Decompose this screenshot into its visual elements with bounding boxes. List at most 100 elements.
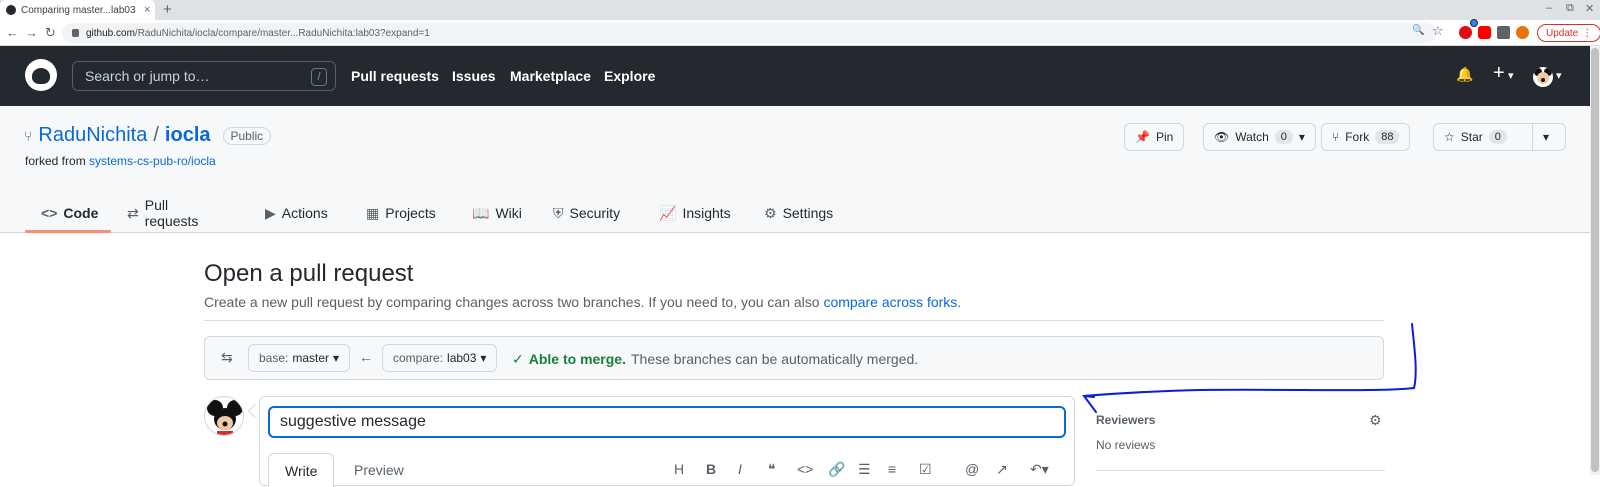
base-value: master bbox=[292, 351, 330, 365]
bulleted-list-icon[interactable]: ☰ bbox=[858, 461, 871, 478]
create-new-plus-icon[interactable]: + bbox=[1493, 62, 1505, 85]
zoom-icon[interactable]: 🔍 bbox=[1412, 25, 1424, 36]
forked-from-link[interactable]: systems-cs-pub-ro/iocla bbox=[89, 154, 216, 168]
watch-button[interactable]: 👁 Watch 0 ▾ bbox=[1203, 123, 1316, 151]
fork-count: 88 bbox=[1375, 130, 1400, 144]
star-label: Star bbox=[1460, 130, 1483, 144]
tab-settings-label: Settings bbox=[782, 205, 834, 221]
fork-button-icon: ⑂ bbox=[1332, 130, 1340, 144]
update-button[interactable]: Update ⋮ bbox=[1537, 24, 1600, 42]
menu-dots-icon: ⋮ bbox=[1582, 27, 1593, 39]
profile-icon[interactable] bbox=[1516, 26, 1529, 39]
selected-tab-underline bbox=[25, 230, 111, 233]
extensions-puzzle-icon[interactable] bbox=[1497, 26, 1510, 39]
table-icon: ▦ bbox=[366, 204, 380, 221]
saved-replies-icon[interactable]: ↶▾ bbox=[1030, 461, 1049, 478]
user-menu-caret-icon[interactable]: ▾ bbox=[1556, 69, 1562, 82]
star-caret-icon: ▾ bbox=[1543, 130, 1550, 144]
link-icon[interactable]: 🔗 bbox=[828, 461, 845, 478]
reviewers-gear-icon[interactable]: ⚙ bbox=[1369, 412, 1382, 429]
star-button[interactable]: ☆ Star 0 bbox=[1433, 123, 1533, 151]
tab-wiki[interactable]: 📖 Wiki bbox=[472, 193, 522, 233]
reviewers-title[interactable]: Reviewers bbox=[1096, 413, 1155, 427]
tab-insights[interactable]: 📈 Insights bbox=[659, 193, 731, 233]
compare-branch-select[interactable]: compare: lab03 ▾ bbox=[382, 344, 498, 372]
tab-security-label: Security bbox=[569, 205, 621, 221]
scrollbar-thumb[interactable] bbox=[1591, 48, 1599, 472]
base-branch-select[interactable]: base: master ▾ bbox=[248, 344, 351, 372]
minimize-icon[interactable]: – bbox=[1546, 2, 1552, 14]
tab-pull-requests-label: Pull requests bbox=[144, 197, 199, 229]
tab-settings[interactable]: ⚙ Settings bbox=[764, 193, 833, 233]
nav-marketplace[interactable]: Marketplace bbox=[510, 68, 591, 84]
visibility-badge: Public bbox=[222, 126, 272, 145]
branch-range-editor: ⇆ base: master ▾ ← compare: lab03 ▾ ✓ Ab… bbox=[204, 336, 1384, 380]
notifications-bell-icon[interactable]: 🔔 bbox=[1456, 66, 1473, 83]
tab-code[interactable]: <> Code bbox=[41, 193, 98, 233]
pin-button[interactable]: 📌 Pin bbox=[1124, 123, 1185, 151]
reload-icon[interactable]: ↻ bbox=[45, 25, 56, 41]
close-window-icon[interactable]: ✕ bbox=[1585, 2, 1594, 15]
youtube-extension-icon[interactable] bbox=[1478, 26, 1491, 39]
eye-icon: 👁 bbox=[1214, 130, 1230, 144]
pin-label: Pin bbox=[1155, 130, 1174, 144]
restore-icon[interactable]: ⧉ bbox=[1566, 2, 1574, 15]
url-field[interactable]: github.com/RaduNichita/iocla/compare/mas… bbox=[62, 23, 1436, 43]
task-list-icon[interactable]: ☑ bbox=[919, 461, 932, 478]
star-icon: ☆ bbox=[1444, 130, 1455, 144]
compare-value: lab03 bbox=[447, 351, 477, 365]
tab-security[interactable]: ⛨ Security bbox=[553, 193, 620, 233]
shield-icon: ⛨ bbox=[553, 204, 564, 221]
left-arrow-icon: ← bbox=[359, 349, 373, 365]
quote-icon[interactable]: ❝ bbox=[768, 461, 776, 478]
search-shortcut-key: / bbox=[311, 68, 327, 86]
play-icon: ▶ bbox=[265, 204, 276, 221]
pr-title-input[interactable] bbox=[268, 406, 1066, 438]
repo-separator: / bbox=[153, 124, 159, 146]
tab-write[interactable]: Write bbox=[268, 453, 335, 487]
tab-projects[interactable]: ▦ Projects bbox=[366, 193, 436, 233]
compare-label: compare: bbox=[393, 351, 444, 365]
close-tab-icon[interactable]: × bbox=[144, 4, 150, 16]
author-avatar[interactable] bbox=[204, 396, 244, 436]
code-icon: <> bbox=[41, 205, 58, 221]
tab-pull-requests[interactable]: ⇄ Pull requests bbox=[127, 193, 198, 233]
nav-issues[interactable]: Issues bbox=[452, 68, 496, 84]
reference-icon[interactable]: ↗ bbox=[996, 461, 1008, 478]
gear-icon: ⚙ bbox=[764, 204, 777, 221]
url-path: /RaduNichita/iocla/compare/master...Radu… bbox=[134, 27, 430, 39]
pull-request-icon: ⇄ bbox=[127, 204, 139, 221]
page-scrollbar[interactable] bbox=[1590, 46, 1600, 475]
bookmark-star-icon[interactable]: ☆ bbox=[1432, 23, 1444, 39]
pin-icon: 📌 bbox=[1135, 130, 1150, 144]
back-icon[interactable]: ← bbox=[6, 25, 19, 40]
user-avatar[interactable] bbox=[1533, 67, 1553, 87]
search-input[interactable]: Search or jump to… / bbox=[72, 61, 336, 91]
page-subtitle: Create a new pull request by comparing c… bbox=[204, 294, 961, 310]
page-title: Open a pull request bbox=[204, 260, 414, 287]
repo-owner-link[interactable]: RaduNichita bbox=[38, 124, 147, 147]
tab-projects-label: Projects bbox=[385, 205, 436, 221]
create-caret-icon[interactable]: ▾ bbox=[1508, 69, 1514, 82]
url-host: github.com bbox=[86, 27, 135, 39]
github-logo-icon[interactable] bbox=[25, 59, 57, 91]
merge-ok-label: Able to merge. bbox=[528, 351, 626, 367]
star-count: 0 bbox=[1488, 130, 1507, 144]
opera-extension-icon[interactable] bbox=[1459, 26, 1472, 39]
divider bbox=[204, 320, 1384, 321]
forward-icon[interactable]: → bbox=[25, 25, 38, 40]
tab-actions[interactable]: ▶ Actions bbox=[265, 193, 328, 233]
tab-preview[interactable]: Preview bbox=[338, 453, 420, 487]
nav-pull-requests[interactable]: Pull requests bbox=[351, 68, 439, 84]
fork-button[interactable]: ⑂ Fork 88 bbox=[1321, 123, 1411, 151]
lock-icon bbox=[72, 29, 79, 37]
address-bar: ← → ↻ github.com/RaduNichita/iocla/compa… bbox=[0, 20, 1600, 46]
star-dropdown-button[interactable]: ▾ bbox=[1532, 123, 1566, 151]
repo-name-link[interactable]: iocla bbox=[165, 124, 211, 147]
compare-across-forks-link[interactable]: compare across forks. bbox=[823, 294, 961, 310]
base-label: base: bbox=[259, 351, 289, 365]
nav-explore[interactable]: Explore bbox=[604, 68, 655, 84]
new-tab-button[interactable]: + bbox=[163, 1, 172, 18]
browser-tab[interactable]: Comparing master...lab03 × bbox=[0, 0, 155, 20]
tab-wiki-label: Wiki bbox=[495, 205, 522, 221]
